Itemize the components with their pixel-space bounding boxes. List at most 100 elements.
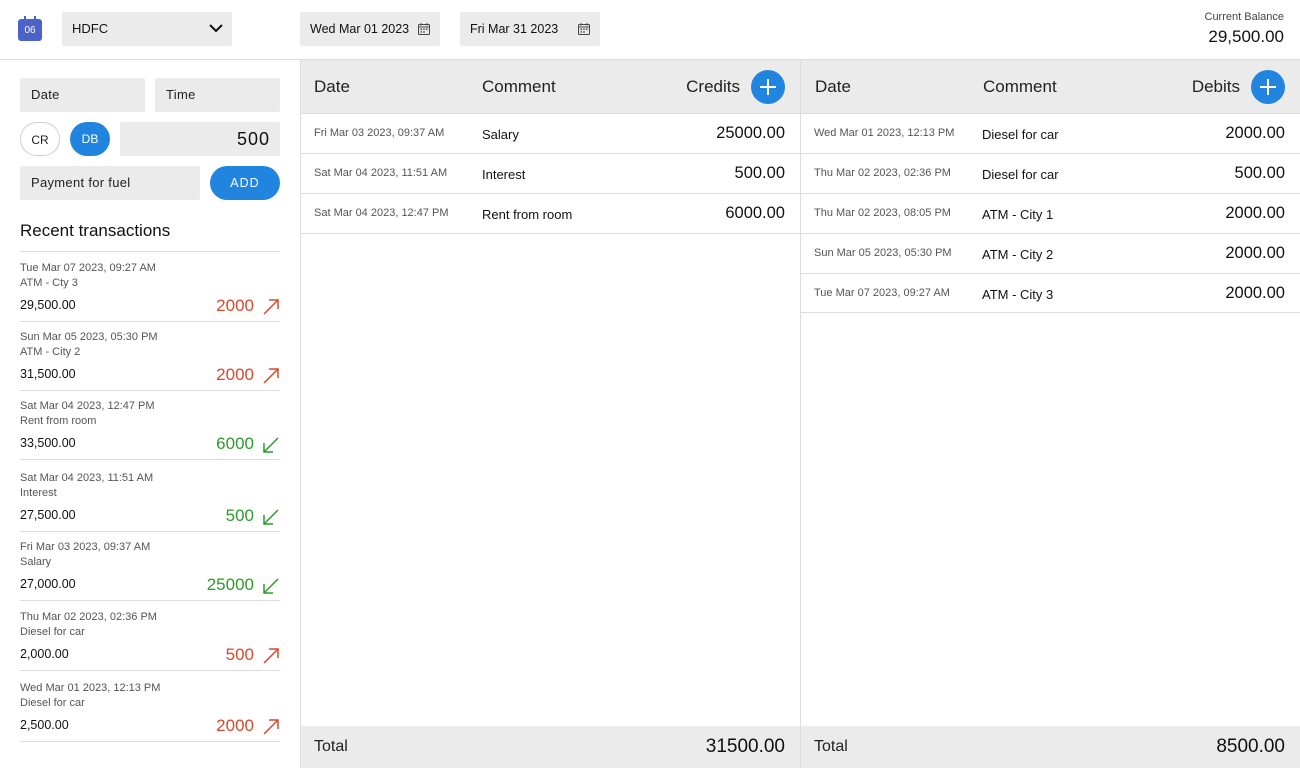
time-input[interactable]: Time: [155, 78, 280, 112]
transaction-date: Thu Mar 02 2023, 02:36 PM: [20, 611, 157, 623]
row-comment: Rent from room: [482, 207, 573, 222]
credits-date-column-header: Date: [314, 77, 350, 96]
row-amount: 2000.00: [1225, 124, 1285, 142]
row-amount: 2000.00: [1225, 244, 1285, 262]
transaction-comment: Salary: [20, 556, 52, 568]
debits-table-row[interactable]: Sun Mar 05 2023, 05:30 PM ATM - City 2 200…: [801, 234, 1300, 274]
row-date: Tue Mar 07 2023, 09:27 AM: [814, 287, 950, 299]
running-balance: 2,000.00: [20, 647, 69, 661]
arrow-up-right-icon: [263, 648, 279, 664]
current-balance-label: Current Balance: [1204, 11, 1285, 23]
list-item[interactable]: Wed Mar 01 2023, 12:13 PM Diesel for car 2…: [20, 671, 280, 742]
row-comment: ATM - City 2: [982, 247, 1054, 262]
transaction-amount: 2000: [216, 365, 254, 384]
row-amount: 500.00: [734, 164, 785, 182]
transaction-comment: Interest: [20, 487, 57, 499]
transaction-date: Sat Mar 04 2023, 12:47 PM: [20, 400, 155, 412]
row-date: Sat Mar 04 2023, 12:47 PM: [314, 207, 449, 219]
credits-footer: Total 31500.00: [301, 726, 800, 768]
arrow-down-left-icon: [263, 578, 279, 594]
row-date: Thu Mar 02 2023, 08:05 PM: [814, 207, 951, 219]
transaction-date: Fri Mar 03 2023, 09:37 AM: [20, 541, 151, 553]
credits-table-row[interactable]: Fri Mar 03 2023, 09:37 AM Salary 25000.00: [301, 114, 800, 154]
debits-total-label: Total: [814, 738, 848, 755]
transaction-date: Sun Mar 05 2023, 05:30 PM: [20, 331, 158, 343]
debits-title: Debits: [1191, 77, 1240, 96]
debits-total-value: 8500.00: [1216, 736, 1285, 757]
debits-table-row[interactable]: Tue Mar 07 2023, 09:27 AM ATM - City 3 200…: [801, 274, 1300, 313]
end-date-picker[interactable]: Fri Mar 31 2023: [460, 12, 600, 46]
debit-toggle-button[interactable]: DB: [70, 122, 110, 156]
arrow-up-right-icon: [263, 719, 279, 735]
row-amount: 2000.00: [1225, 284, 1285, 302]
row-amount: 2000.00: [1225, 204, 1285, 222]
arrow-down-left-icon: [263, 509, 279, 525]
transaction-comment: ATM - City 2: [20, 346, 81, 358]
running-balance: 31,500.00: [20, 367, 76, 381]
credit-toggle-button[interactable]: CR: [20, 122, 60, 156]
credits-total-label: Total: [314, 738, 348, 755]
credits-rows: Fri Mar 03 2023, 09:37 AM Salary 25000.00 S…: [301, 114, 800, 234]
row-date: Thu Mar 02 2023, 02:36 PM: [814, 167, 951, 179]
top-bar: 06 HDFC Wed Mar 01 2023 Fri Mar 31 2023 …: [0, 0, 1300, 60]
credits-comment-column-header: Comment: [482, 77, 556, 96]
debits-table-row[interactable]: Thu Mar 02 2023, 02:36 PM Diesel for car 5…: [801, 154, 1300, 194]
end-date-value: Fri Mar 31 2023: [470, 22, 559, 36]
row-amount: 500.00: [1234, 164, 1285, 182]
list-item[interactable]: Sun Mar 05 2023, 05:30 PM ATM - City 2 31,…: [20, 322, 280, 391]
calendar-app-icon[interactable]: 06: [18, 16, 42, 41]
running-balance: 2,500.00: [20, 718, 69, 732]
credits-table-row[interactable]: Sat Mar 04 2023, 12:47 PM Rent from room 6…: [301, 194, 800, 234]
transaction-date: Sat Mar 04 2023, 11:51 AM: [20, 472, 154, 484]
running-balance: 33,500.00: [20, 436, 76, 450]
debits-rows: Wed Mar 01 2023, 12:13 PM Diesel for car 2…: [801, 114, 1300, 313]
date-input[interactable]: Date: [20, 78, 145, 112]
transaction-date: Tue Mar 07 2023, 09:27 AM: [20, 262, 156, 274]
list-item[interactable]: Tue Mar 07 2023, 09:27 AM ATM - Cty 3 29,5…: [20, 252, 280, 322]
transaction-amount: 6000: [216, 434, 254, 453]
row-comment: ATM - City 1: [982, 207, 1054, 222]
debits-panel: Date Comment Debits Wed Mar 01 2023, 12:…: [800, 60, 1300, 768]
list-item[interactable]: Sat Mar 04 2023, 12:47 PM Rent from room 3…: [20, 391, 280, 460]
row-date: Wed Mar 01 2023, 12:13 PM: [814, 127, 955, 139]
row-comment: Diesel for car: [982, 127, 1059, 142]
amount-input[interactable]: 500: [120, 122, 280, 156]
transaction-comment: Rent from room: [20, 415, 97, 427]
list-item[interactable]: Sat Mar 04 2023, 11:51 AM Interest 27,500.…: [20, 460, 280, 532]
transaction-amount: 25000: [206, 575, 254, 594]
bank-select[interactable]: HDFC: [62, 12, 232, 46]
add-debit-button[interactable]: [1251, 70, 1285, 104]
transaction-amount: 500: [225, 506, 254, 525]
recent-transactions-title: Recent transactions: [20, 221, 171, 240]
row-date: Sat Mar 04 2023, 11:51 AM: [314, 167, 448, 179]
comment-input[interactable]: Payment for fuel: [20, 166, 200, 200]
transaction-comment: Diesel for car: [20, 626, 85, 638]
recent-transactions-list: Tue Mar 07 2023, 09:27 AM ATM - Cty 3 29,5…: [20, 252, 280, 742]
calendar-icon: [578, 23, 590, 35]
add-credit-button[interactable]: [751, 70, 785, 104]
add-button[interactable]: ADD: [210, 166, 280, 200]
list-item[interactable]: Thu Mar 02 2023, 02:36 PM Diesel for car 2…: [20, 601, 280, 671]
row-comment: ATM - City 3: [982, 287, 1054, 302]
row-date: Sun Mar 05 2023, 05:30 PM: [814, 247, 952, 259]
row-amount: 6000.00: [725, 204, 785, 222]
debits-table-row[interactable]: Wed Mar 01 2023, 12:13 PM Diesel for car 2…: [801, 114, 1300, 154]
debits-comment-column-header: Comment: [983, 77, 1057, 96]
transaction-comment: Diesel for car: [20, 697, 85, 709]
row-comment: Diesel for car: [982, 167, 1059, 182]
credits-header: Date Comment Credits: [301, 60, 800, 114]
row-comment: Interest: [482, 167, 526, 182]
start-date-picker[interactable]: Wed Mar 01 2023: [300, 12, 440, 46]
running-balance: 27,000.00: [20, 577, 76, 591]
debits-table-row[interactable]: Thu Mar 02 2023, 08:05 PM ATM - City 1 200…: [801, 194, 1300, 234]
transaction-amount: 2000: [216, 296, 254, 315]
debits-date-column-header: Date: [815, 77, 851, 96]
arrow-down-left-icon: [263, 437, 279, 453]
arrow-up-right-icon: [263, 368, 279, 384]
bank-select-value: HDFC: [72, 21, 109, 36]
credits-table-row[interactable]: Sat Mar 04 2023, 11:51 AM Interest 500.00: [301, 154, 800, 194]
credits-title: Credits: [686, 77, 740, 96]
current-balance-value: 29,500.00: [1208, 27, 1284, 46]
transaction-amount: 500: [225, 645, 254, 664]
list-item[interactable]: Fri Mar 03 2023, 09:37 AM Salary 27,000.00…: [20, 532, 280, 601]
